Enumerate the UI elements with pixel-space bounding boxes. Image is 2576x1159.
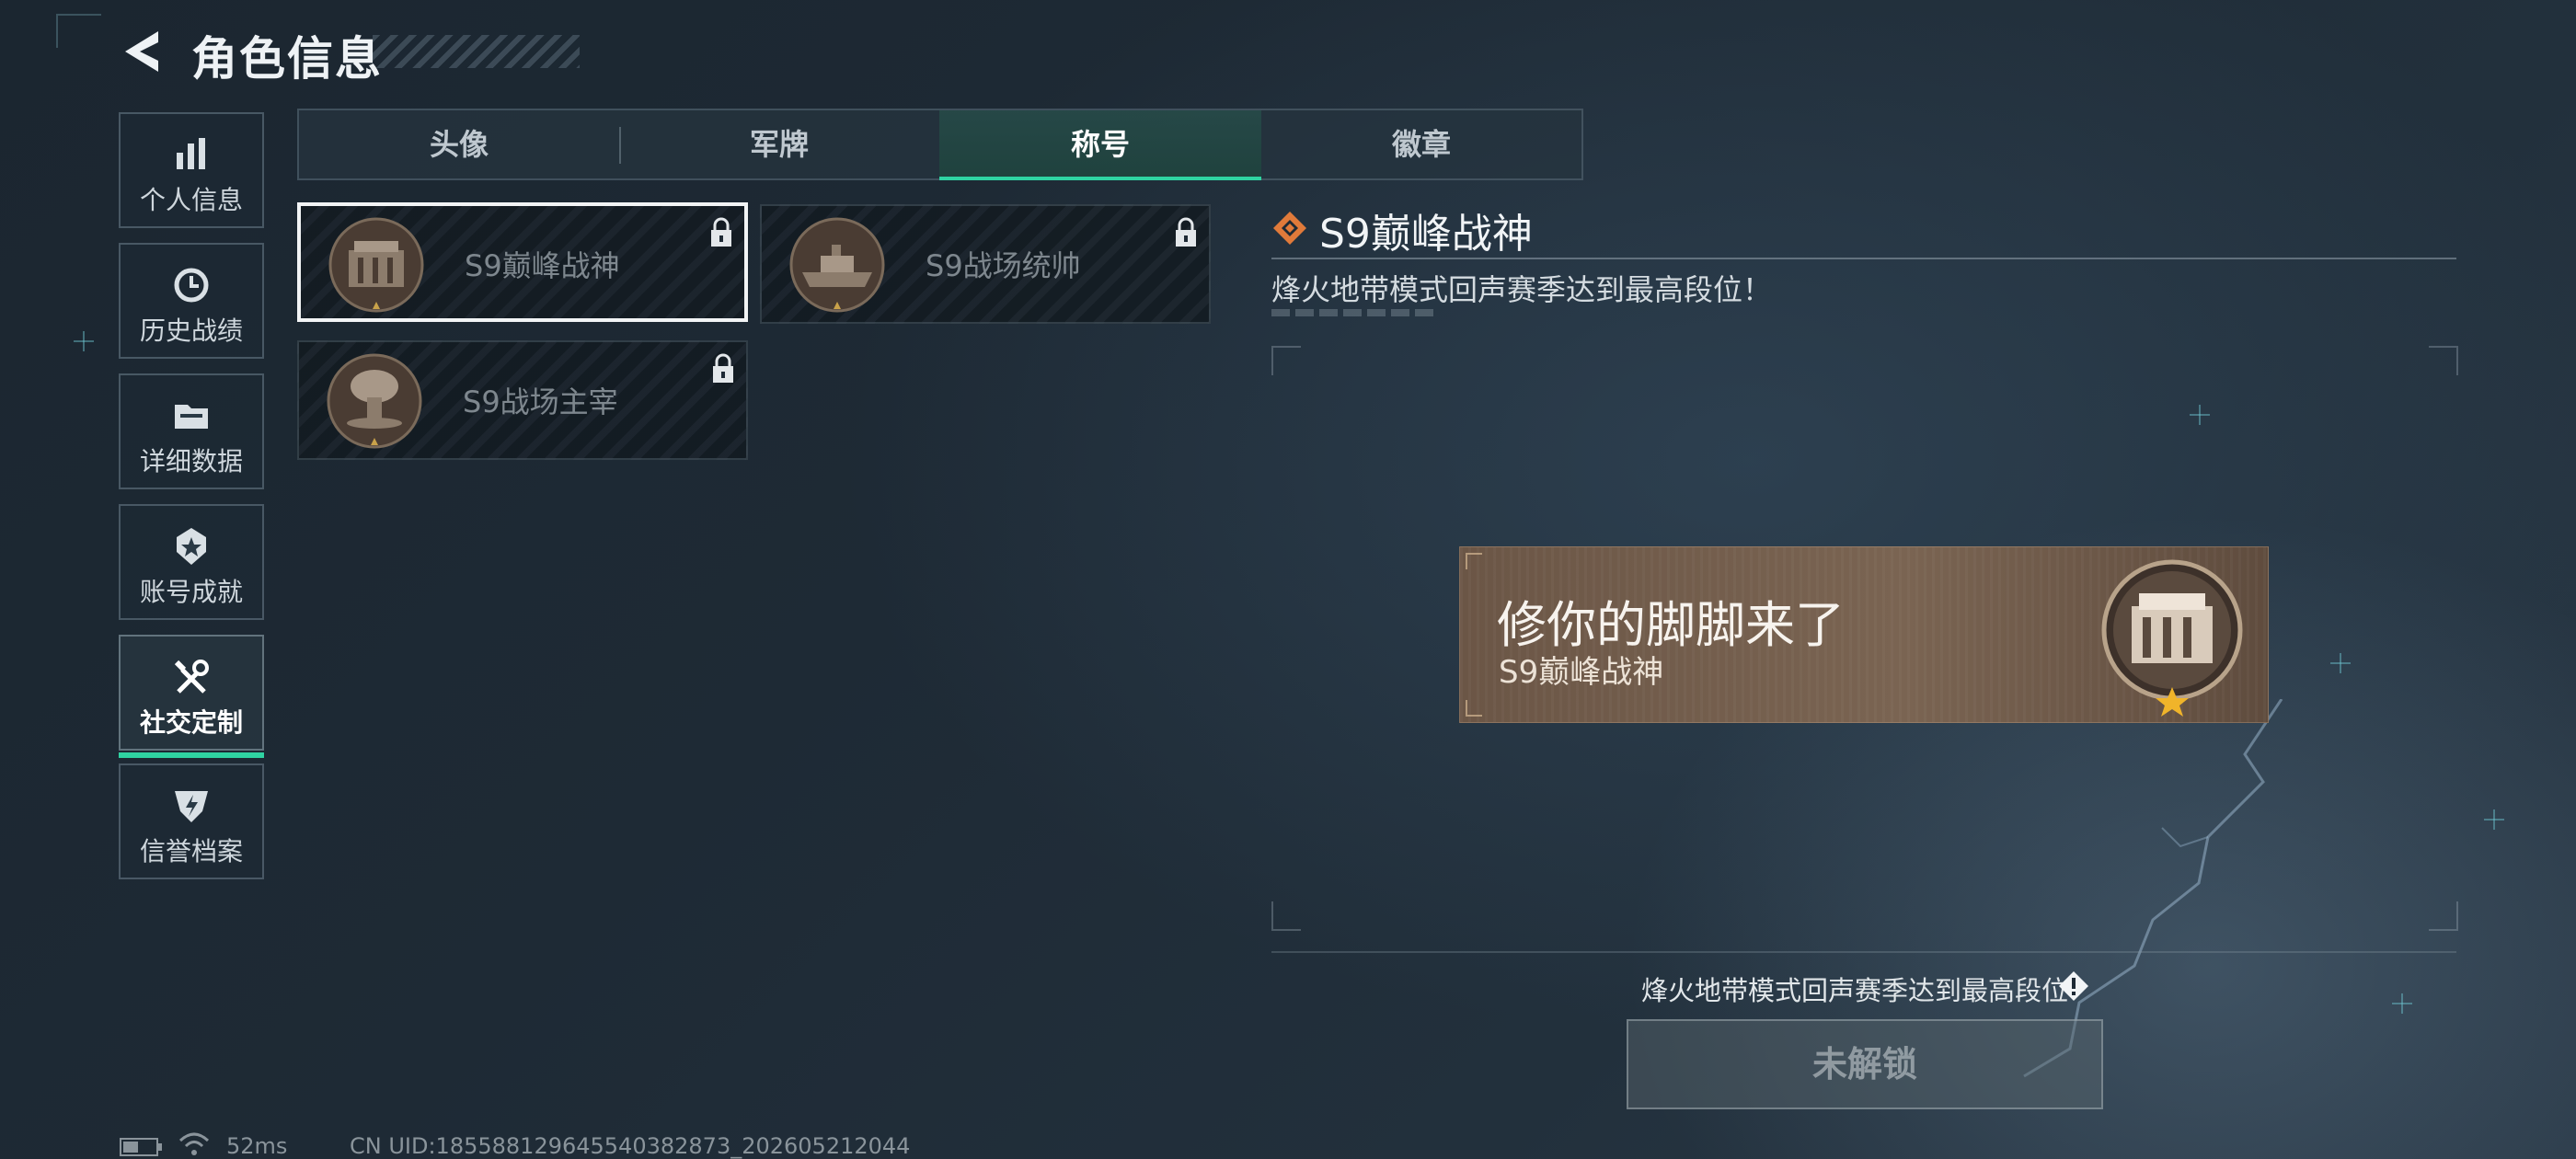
title-name: S9战场主宰	[463, 384, 618, 419]
decor-crosshair	[2330, 653, 2351, 673]
sidebar-item-label: 社交定制	[139, 707, 243, 738]
tab-badge[interactable]: 徽章	[1261, 110, 1581, 178]
sidebar-item-label: 账号成就	[139, 577, 243, 607]
fortress-medal-icon	[328, 217, 424, 313]
detail-description: 烽火地带模式回声赛季达到最高段位！	[1271, 272, 1773, 307]
title-card[interactable]: S9战场主宰	[297, 340, 748, 460]
warning-diamond-icon[interactable]	[2057, 970, 2090, 1003]
nameplate-corner	[1466, 553, 1482, 569]
wifi-icon	[178, 1132, 210, 1155]
bar-chart-icon	[177, 138, 205, 169]
decor-crosshair	[74, 331, 94, 351]
user-uid: CN UID:18558812964554038​2873_2026052120…	[350, 1133, 911, 1159]
decor-crosshair	[2190, 405, 2210, 425]
decor-crosshair	[2484, 809, 2504, 830]
divider	[1271, 951, 2456, 953]
credit-shield-icon	[175, 791, 208, 822]
battery-icon	[120, 1138, 162, 1156]
sidebar-item-personal-info[interactable]: 个人信息	[119, 112, 264, 228]
tab-avatar[interactable]: 头像	[299, 110, 619, 178]
sidebar-item-label: 历史战绩	[139, 316, 243, 346]
sidebar-item-label: 信誉档案	[139, 836, 243, 866]
history-clock-icon	[174, 268, 209, 303]
decor-subbar	[1271, 309, 1433, 316]
frame-corner	[2429, 346, 2458, 375]
lock-icon	[713, 353, 733, 383]
category-tabs: 头像 军牌 称号 徽章	[297, 109, 1583, 180]
achievement-medal-icon	[177, 528, 206, 565]
mushroom-cloud-medal-icon	[327, 353, 422, 449]
sidebar-item-social-custom[interactable]: 社交定制	[119, 635, 264, 758]
title-card[interactable]: S9战场统帅	[760, 204, 1211, 324]
sidebar-item-detailed-data[interactable]: 详细数据	[119, 373, 264, 489]
active-indicator	[119, 752, 264, 758]
frame-corner	[1271, 346, 1301, 375]
nameplate-corner	[1466, 700, 1482, 717]
sidebar-item-history[interactable]: 历史战绩	[119, 243, 264, 359]
sidebar-item-achievements[interactable]: 账号成就	[119, 504, 264, 620]
frame-corner	[1271, 901, 1301, 931]
battleship-medal-icon	[789, 217, 885, 313]
sidebar-item-label: 详细数据	[139, 446, 243, 476]
lock-icon	[711, 217, 731, 247]
lock-icon	[1176, 217, 1196, 247]
frame-corner	[2429, 901, 2458, 931]
detail-title: S9巅峰战神	[1319, 211, 1533, 258]
folder-icon	[175, 405, 208, 429]
nameplate-preview: 修你的脚脚来了 S9巅峰战神	[1459, 546, 2269, 723]
wrench-tools-icon	[174, 660, 209, 694]
title-name: S9巅峰战神	[465, 248, 620, 283]
title-name: S9战场统帅	[926, 248, 1081, 283]
tab-dog-tag[interactable]: 军牌	[619, 110, 939, 178]
decor-bracket	[56, 14, 101, 48]
title-decor-stripe	[373, 35, 580, 68]
sidebar-item-credit-record[interactable]: 信誉档案	[119, 763, 264, 879]
unlock-button[interactable]: 未解锁	[1627, 1019, 2103, 1109]
decor-crosshair	[2392, 993, 2412, 1014]
tab-title[interactable]: 称号	[939, 110, 1261, 180]
unlock-requirement: 烽火地带模式回声赛季达到最高段位	[1641, 975, 2069, 1006]
page-title: 角色信息	[191, 32, 383, 86]
nameplate-title: S9巅峰战神	[1499, 654, 1664, 691]
fortress-medal-icon	[2101, 559, 2243, 717]
ping-latency: 52ms	[226, 1133, 288, 1159]
sidebar-item-label: 个人信息	[139, 185, 243, 215]
title-card[interactable]: S9巅峰战神	[297, 202, 748, 322]
diamond-icon	[1273, 212, 1306, 245]
back-arrow-icon[interactable]	[116, 26, 167, 77]
divider	[1271, 258, 2456, 259]
